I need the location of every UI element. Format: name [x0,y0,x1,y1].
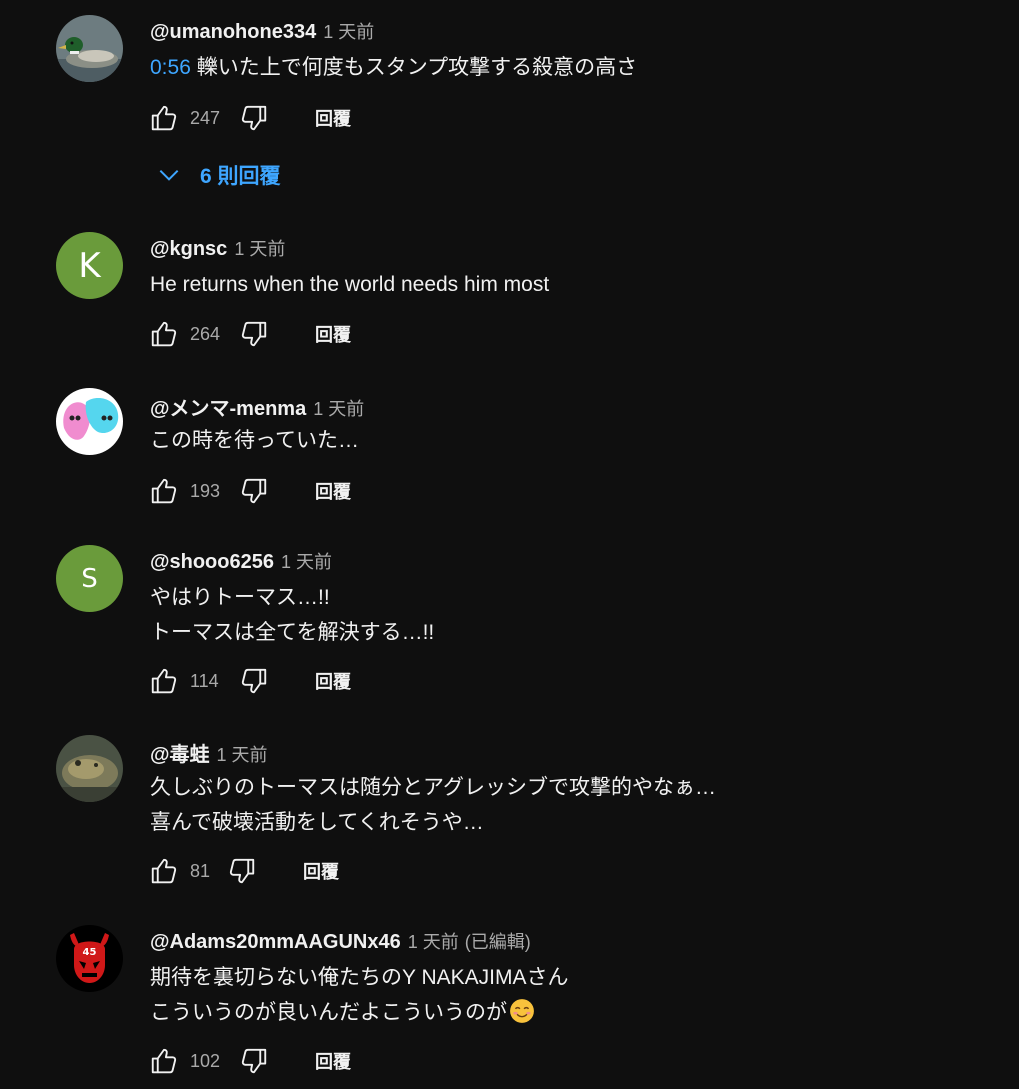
comment-text-line: こういうのが良いんだよこういうのが [150,1001,507,1024]
like-count: 193 [190,480,221,501]
reply-button[interactable]: 回覆 [315,668,351,694]
view-replies-button[interactable]: 6 則回覆 [156,158,281,192]
comment-author[interactable]: @毒蛙 [150,738,210,767]
like-button[interactable] [148,475,180,507]
reply-button[interactable]: 回覆 [315,1048,351,1074]
comment-text: He returns when the world needs him most [150,273,550,296]
like-button[interactable] [148,1045,180,1077]
toad-avatar-icon [56,735,123,802]
chevron-down-icon [159,169,179,181]
like-button[interactable] [148,318,180,350]
reply-button[interactable]: 回覆 [315,105,351,131]
avatar[interactable]: K [56,232,123,299]
comment-actions: 102 回覆 [148,1045,351,1077]
like-button[interactable] [148,665,180,697]
dislike-button[interactable] [238,318,270,350]
avatar-letter: K [78,245,101,286]
comment-text-line: 久しぶりのトーマスは随分とアグレッシブで攻撃的やなぁ… [150,776,716,799]
comment-text: この時を待っていた… [150,429,359,452]
comment-text: やはりトーマス…!! トーマスは全てを解決する…!! [150,580,434,650]
dislike-button[interactable] [238,102,270,134]
like-button[interactable] [148,855,180,887]
reply-button[interactable]: 回覆 [303,858,339,884]
comment-actions: 193 回覆 [148,475,351,507]
comment-text-line: 轢いた上で何度もスタンプ攻撃する殺意の高さ [190,56,638,79]
comment-time[interactable]: 1 天前 [408,928,459,954]
comment-author[interactable]: @kgnsc [150,238,227,261]
thumb-down-icon [241,478,267,504]
thumb-down-icon [241,321,267,347]
dislike-button[interactable] [238,665,270,697]
video-timestamp-link[interactable]: 0:56 [150,56,191,79]
avatar[interactable]: S [56,545,123,612]
avatar[interactable] [56,15,123,82]
avatar[interactable]: 45 [56,925,123,992]
comment-actions: 264 回覆 [148,318,351,350]
comment-time[interactable]: 1 天前 [313,395,364,421]
thumb-down-icon [241,1048,267,1074]
comment-actions: 81 回覆 [148,855,339,887]
edited-label: (已編輯) [464,932,531,952]
comment-text-line: トーマスは全てを解決する…!! [150,621,435,644]
thumb-up-icon [151,478,177,504]
red-devil-skull-avatar-icon: 45 [56,925,123,992]
comment-text: 久しぶりのトーマスは随分とアグレッシブで攻撃的やなぁ… 喜んで破壊活動をしてくれ… [150,770,716,840]
avatar[interactable] [56,735,123,802]
thumb-up-icon [151,105,177,131]
like-count: 114 [190,670,219,691]
thumb-down-icon [241,105,267,131]
replies-count-label: 6 則回覆 [200,165,281,188]
comment-text-line: 喜んで破壊活動をしてくれそうや… [150,811,484,834]
avatar[interactable] [56,388,123,455]
dislike-button[interactable] [226,855,258,887]
comment-time[interactable]: 1 天前 [323,18,374,44]
ghost-characters-avatar-icon [56,388,123,455]
thumb-up-icon [151,321,177,347]
comment-time[interactable]: 1 天前 [281,548,332,574]
thumb-up-icon [151,668,177,694]
comment-actions: 247 回覆 [148,102,351,134]
dislike-button[interactable] [238,1045,270,1077]
comment-text: 0:56 轢いた上で何度もスタンプ攻撃する殺意の高さ [150,50,637,85]
like-count: 264 [190,323,221,344]
thumb-up-icon [151,858,177,884]
like-count: 247 [190,107,221,128]
avatar-letter: S [81,563,98,594]
thumb-down-icon [241,668,267,694]
comment-text-line: 期待を裏切らない俺たちのY NAKAJIMAさん [150,966,569,989]
like-button[interactable] [148,102,180,134]
like-count: 81 [190,860,211,881]
comment-time[interactable]: 1 天前 [217,741,268,767]
comment-author[interactable]: @メンマ-menma [150,392,306,421]
comment-actions: 114 回覆 [148,665,351,697]
thumb-up-icon [151,1048,177,1074]
like-count: 102 [190,1050,221,1071]
reply-button[interactable]: 回覆 [315,478,351,504]
avatar-badge-text: 45 [83,947,97,958]
comment-author[interactable]: @umanohone334 [150,21,316,44]
comment-text-line: やはりトーマス…!! [150,586,330,609]
reply-button[interactable]: 回覆 [315,321,351,347]
smiling-face-emoji-icon [510,999,534,1023]
comment-text: 期待を裏切らない俺たちのY NAKAJIMAさん こういうのが良いんだよこういう… [150,960,568,1030]
comment-text-line-with-emoji: こういうのが良いんだよこういうのが [150,995,568,1030]
comment-time[interactable]: 1 天前 [234,235,285,261]
comment-author[interactable]: @shooo6256 [150,551,274,574]
thumb-down-icon [229,858,255,884]
duck-avatar-icon [56,15,123,82]
comment-author[interactable]: @Adams20mmAAGUNx46 [150,931,401,954]
dislike-button[interactable] [238,475,270,507]
